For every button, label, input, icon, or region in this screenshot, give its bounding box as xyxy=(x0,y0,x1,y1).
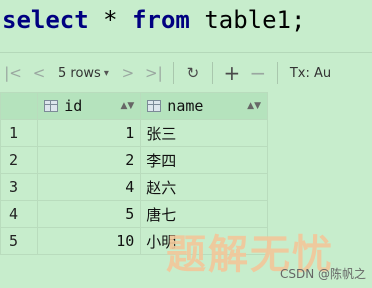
toolbar-divider xyxy=(172,62,174,84)
credit-text: CSDN @陈帆之 xyxy=(279,267,366,281)
sql-keyword-select: select xyxy=(2,6,89,34)
table-row[interactable]: 3 4 赵六 xyxy=(0,173,268,201)
cell-id[interactable]: 10 xyxy=(37,227,142,255)
last-page-icon[interactable]: >| xyxy=(141,60,167,86)
add-row-icon[interactable]: + xyxy=(219,60,245,86)
toolbar-divider xyxy=(276,62,278,84)
chevron-down-icon: ▾ xyxy=(103,67,109,79)
sql-table-name: table1; xyxy=(204,6,306,34)
column-label: name xyxy=(167,97,204,115)
table-row[interactable]: 2 2 李四 xyxy=(0,146,268,174)
row-number: 5 xyxy=(0,227,39,255)
column-label: id xyxy=(64,97,83,115)
prev-page-icon[interactable]: < xyxy=(26,60,52,86)
sort-icon[interactable]: ▲▼ xyxy=(120,101,134,111)
sql-query[interactable]: select * from table1; xyxy=(2,2,305,42)
cell-name[interactable]: 李四 xyxy=(140,146,268,174)
sql-star: * xyxy=(103,6,118,34)
next-page-icon[interactable]: > xyxy=(115,60,141,86)
remove-row-icon[interactable]: − xyxy=(245,60,271,86)
column-header-id[interactable]: id ▲▼ xyxy=(37,92,142,120)
transaction-mode[interactable]: Tx: Au xyxy=(284,66,331,81)
column-icon xyxy=(44,100,59,112)
toolbar-divider xyxy=(211,62,213,84)
cell-name[interactable]: 赵六 xyxy=(140,173,268,201)
cell-name[interactable]: 张三 xyxy=(140,119,268,147)
refresh-icon[interactable]: ↻ xyxy=(180,60,206,86)
row-number: 1 xyxy=(0,119,39,147)
cell-id[interactable]: 4 xyxy=(37,173,142,201)
row-number-header xyxy=(0,92,39,120)
column-icon xyxy=(147,100,162,112)
row-number: 3 xyxy=(0,173,39,201)
rows-selector[interactable]: 5 rows ▾ xyxy=(52,60,115,86)
table-row[interactable]: 1 1 张三 xyxy=(0,119,268,147)
column-header-name[interactable]: name ▲▼ xyxy=(140,92,268,120)
sql-keyword-from: from xyxy=(132,6,190,34)
sort-icon[interactable]: ▲▼ xyxy=(247,101,261,111)
rows-label: 5 rows xyxy=(58,65,101,81)
cell-id[interactable]: 1 xyxy=(37,119,142,147)
row-number: 2 xyxy=(0,146,39,174)
cell-id[interactable]: 5 xyxy=(37,200,142,228)
results-toolbar: |< < 5 rows ▾ > >| ↻ + − Tx: Au xyxy=(0,52,372,93)
first-page-icon[interactable]: |< xyxy=(0,60,26,86)
row-number: 4 xyxy=(0,200,39,228)
cell-id[interactable]: 2 xyxy=(37,146,142,174)
